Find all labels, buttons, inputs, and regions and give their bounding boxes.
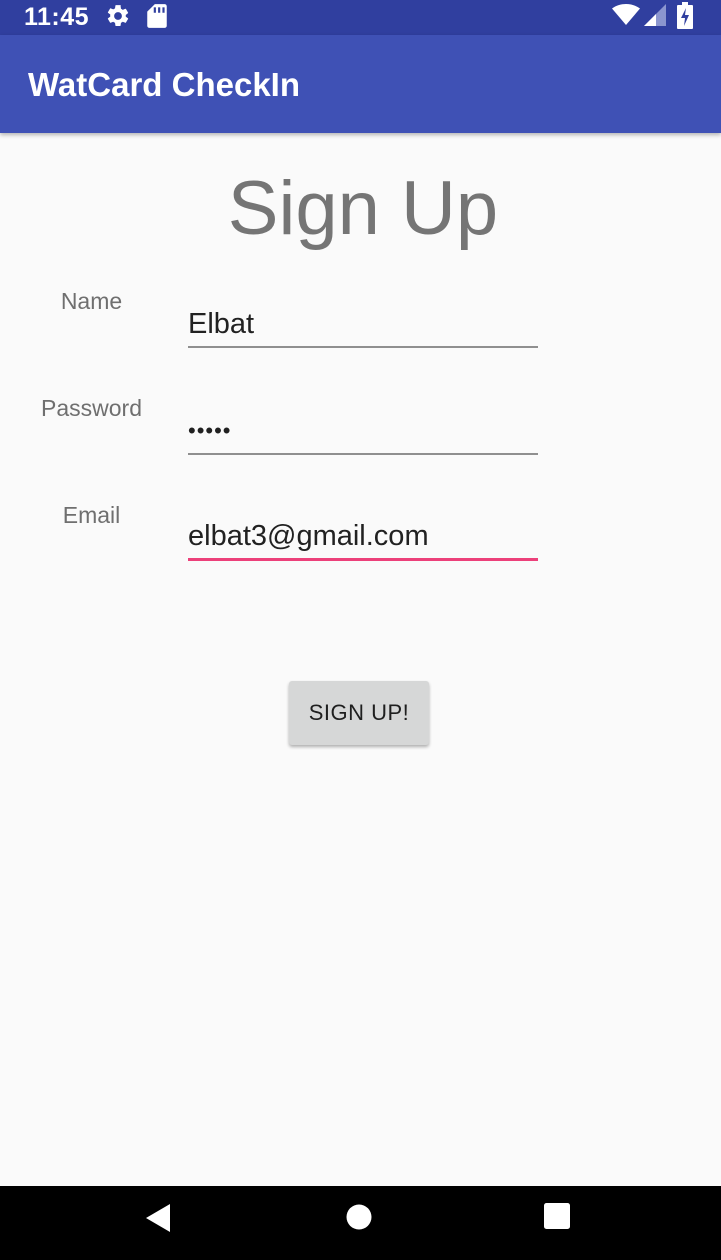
recents-icon[interactable] bbox=[543, 1202, 571, 1230]
back-icon[interactable] bbox=[143, 1203, 173, 1233]
password-label: Password bbox=[41, 395, 142, 421]
home-icon[interactable] bbox=[346, 1204, 372, 1230]
name-field[interactable] bbox=[188, 302, 538, 348]
cell-signal-icon bbox=[644, 4, 666, 26]
page-title: Sign Up bbox=[227, 166, 499, 251]
battery-charging-icon bbox=[677, 2, 693, 29]
gear-icon bbox=[107, 5, 129, 26]
app-title: WatCard CheckIn bbox=[28, 66, 300, 103]
email-field[interactable] bbox=[188, 515, 538, 561]
navigation-bar bbox=[0, 1186, 721, 1260]
password-field[interactable] bbox=[188, 409, 538, 455]
name-label: Name bbox=[60, 288, 123, 314]
status-bar: 11:45 bbox=[0, 0, 721, 35]
sign-up-button[interactable]: SIGN UP! bbox=[289, 681, 429, 745]
email-label: Email bbox=[62, 502, 121, 528]
status-time: 11:45 bbox=[24, 3, 90, 31]
wifi-icon bbox=[612, 4, 640, 25]
app-bar: WatCard CheckIn bbox=[0, 35, 721, 133]
sd-card-icon bbox=[147, 4, 167, 28]
